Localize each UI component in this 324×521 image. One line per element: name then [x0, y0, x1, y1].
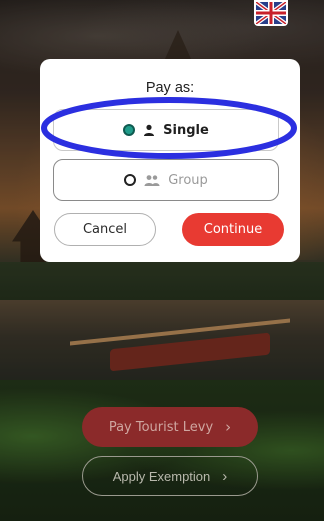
apply-exemption-label: Apply Exemption: [112, 468, 211, 484]
option-group-label: Group: [168, 172, 208, 188]
pay-as-dialog: Pay as: Single Group Cancel Continue: [40, 59, 300, 262]
pay-tourist-levy-label: Pay Tourist Levy: [108, 419, 214, 435]
radio-selected[interactable]: [123, 124, 136, 136]
chevron-right-icon: ›: [222, 467, 228, 485]
people-icon: [144, 174, 160, 186]
option-single-label: Single: [163, 122, 209, 138]
radio-unselected[interactable]: [124, 174, 137, 186]
option-single[interactable]: Single: [53, 109, 279, 151]
cancel-button[interactable]: Cancel: [54, 213, 156, 246]
chevron-right-icon: ›: [225, 418, 232, 436]
uk-flag-icon: [256, 2, 286, 24]
dialog-title: Pay as:: [145, 80, 195, 96]
pay-tourist-levy-button[interactable]: Pay Tourist Levy ›: [82, 407, 258, 447]
apply-exemption-button[interactable]: Apply Exemption ›: [82, 456, 258, 496]
option-group[interactable]: Group: [53, 159, 279, 201]
language-flag-button[interactable]: [254, 0, 288, 26]
continue-button[interactable]: Continue: [182, 213, 284, 246]
person-icon: [143, 124, 155, 136]
